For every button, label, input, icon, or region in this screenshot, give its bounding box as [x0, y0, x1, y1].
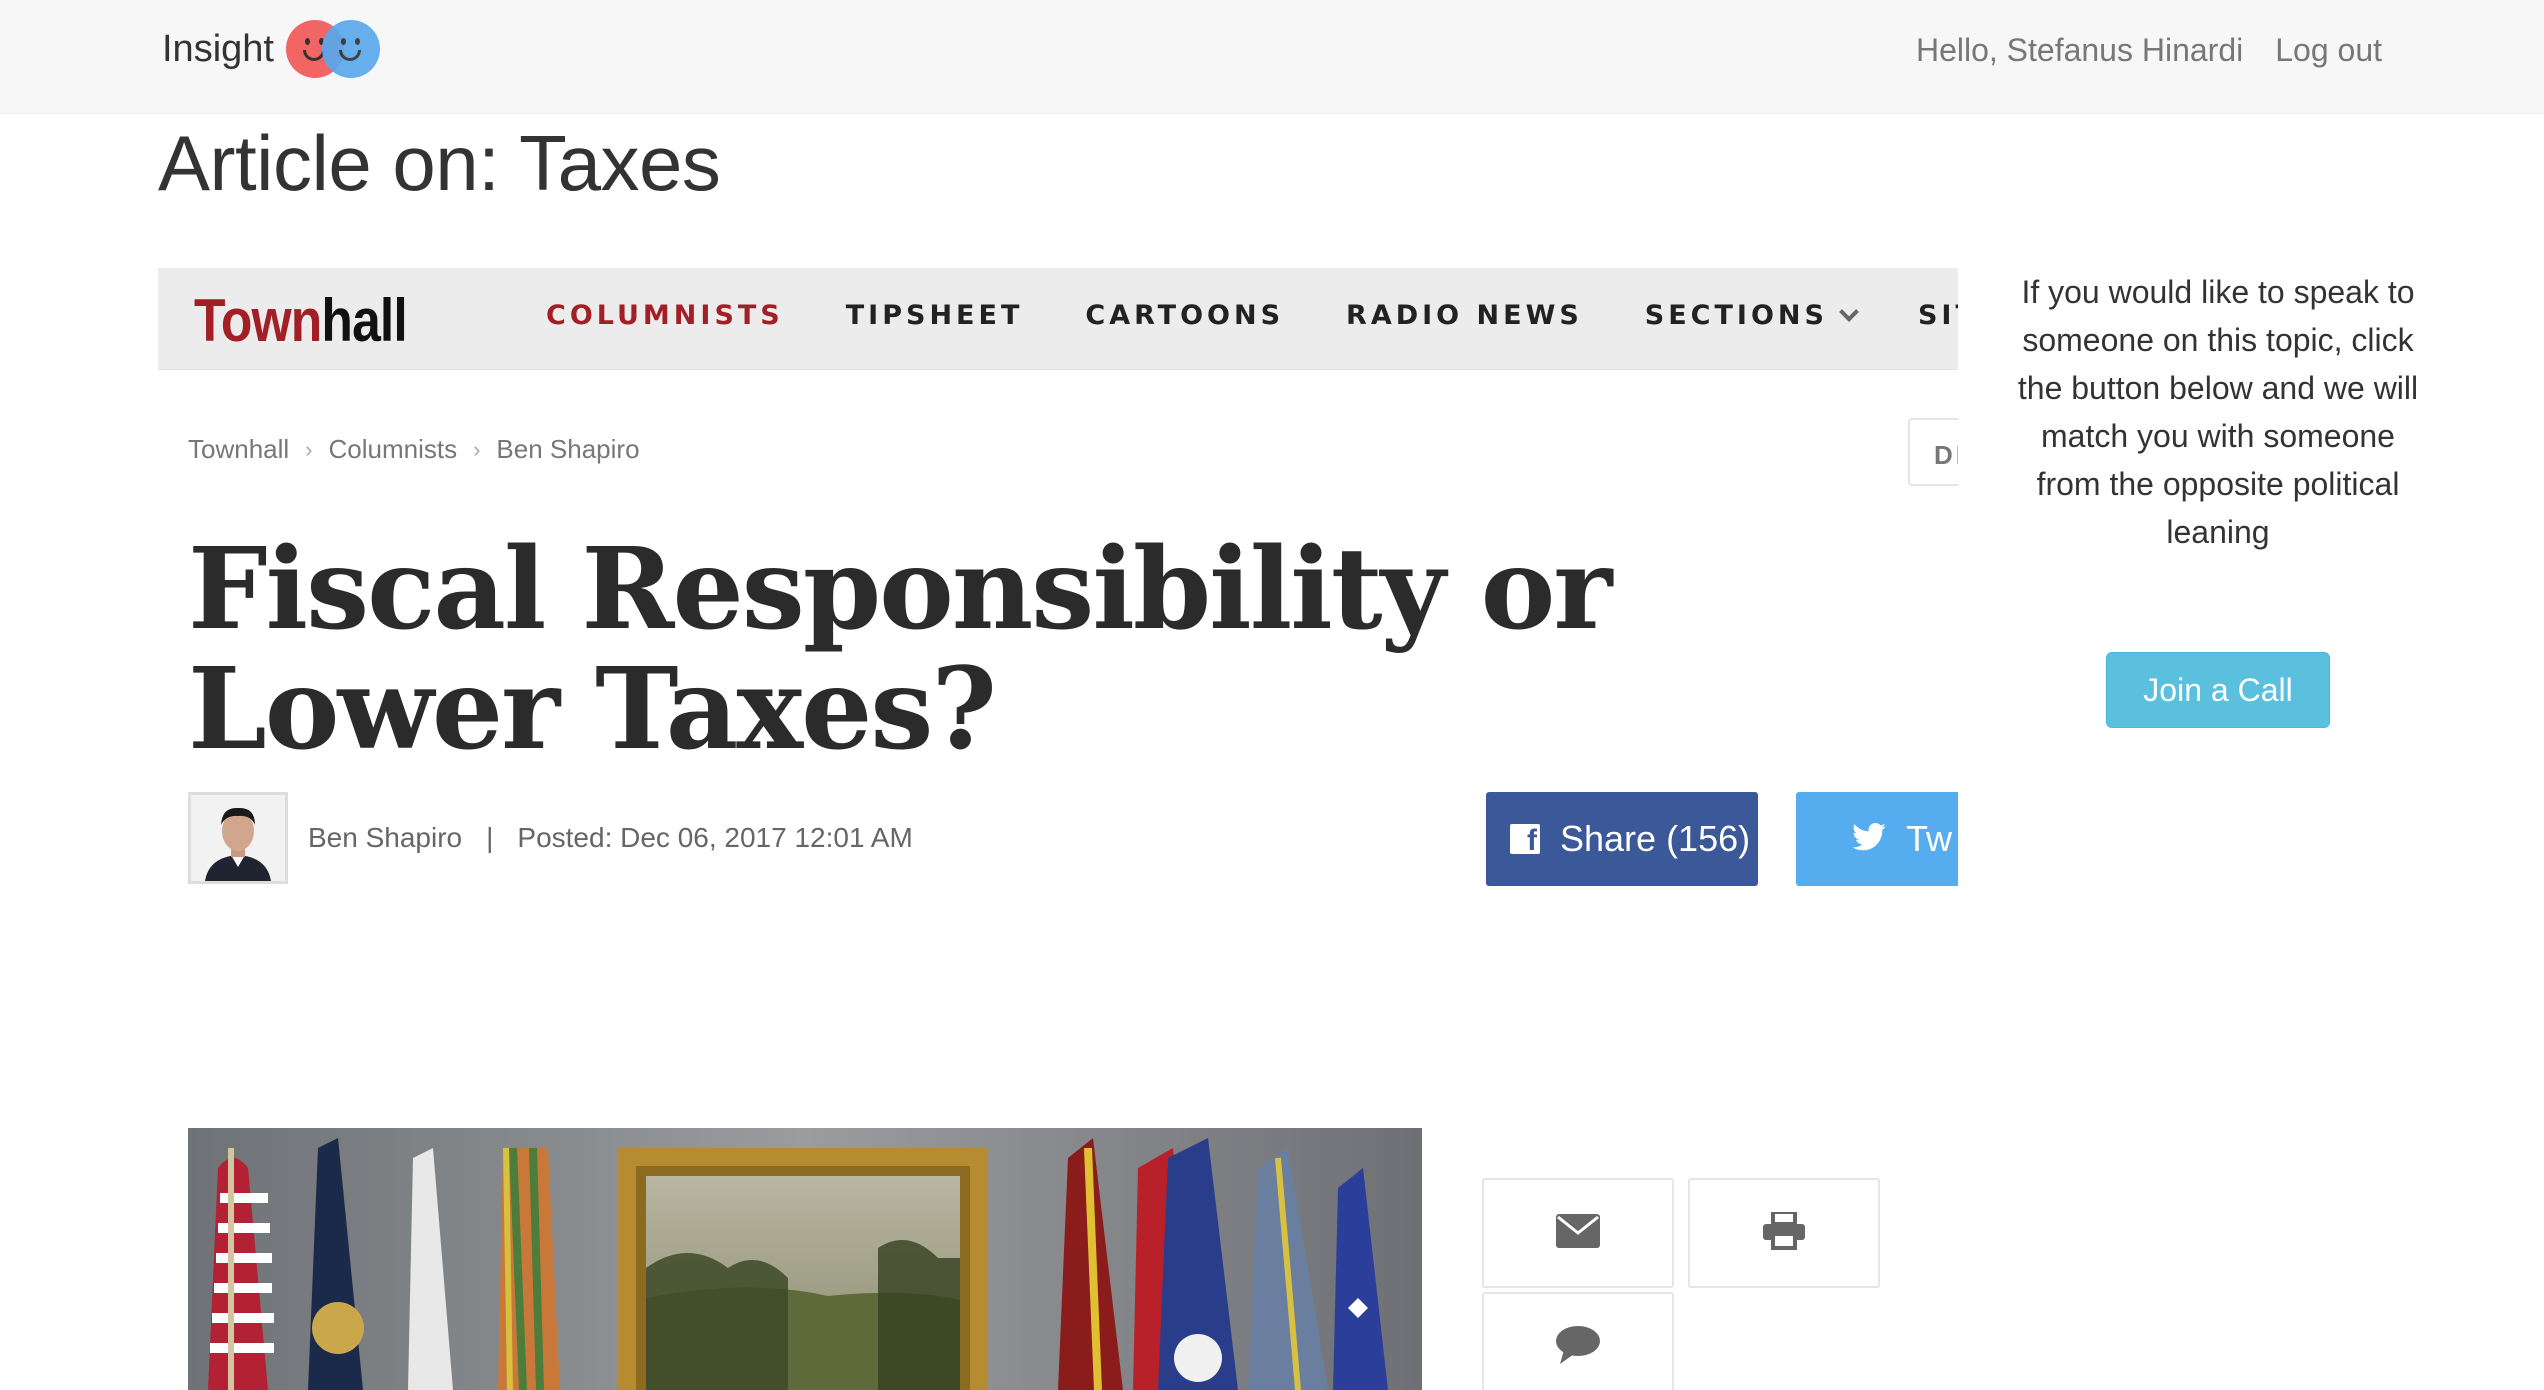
townhall-header: Townhall COLUMNISTS TIPSHEET CARTOONS RA…	[158, 268, 1958, 370]
twitter-share-label: Tw	[1906, 818, 1953, 859]
breadcrumb-separator: ›	[305, 436, 313, 462]
chevron-down-icon	[1839, 301, 1859, 322]
user-nav: Hello, Stefanus Hinardi Log out	[1916, 32, 2382, 69]
call-invite-text: If you would like to speak to someone on…	[2017, 274, 2419, 550]
brand-name: Insight	[162, 27, 274, 70]
print-button[interactable]	[1688, 1178, 1880, 1288]
byline-divider: |	[486, 822, 494, 853]
twitter-icon	[1852, 818, 1886, 860]
envelope-icon	[1556, 1213, 1600, 1253]
menu-radio-news[interactable]: RADIO NEWS	[1346, 300, 1583, 331]
menu-sections[interactable]: SECTIONS	[1645, 300, 1859, 331]
comment-button[interactable]	[1482, 1292, 1674, 1390]
townhall-logo[interactable]: Townhall	[194, 286, 408, 355]
comment-icon	[1556, 1325, 1600, 1369]
blue-face-icon	[321, 20, 380, 78]
posted-date: Posted: Dec 06, 2017 12:01 AM	[517, 822, 913, 853]
menu-cartoons[interactable]: CARTOONS	[1085, 300, 1284, 331]
printer-icon	[1763, 1209, 1805, 1255]
facebook-icon: f	[1510, 824, 1540, 854]
breadcrumb-author[interactable]: Ben Shapiro	[496, 434, 639, 465]
article-frame: Townhall COLUMNISTS TIPSHEET CARTOONS RA…	[158, 268, 1958, 1390]
author-name[interactable]: Ben Shapiro	[308, 822, 462, 854]
twitter-share-button[interactable]: Tw	[1796, 792, 1958, 886]
join-call-button[interactable]: Join a Call	[2106, 652, 2330, 728]
breadcrumb-columnists[interactable]: Columnists	[329, 434, 458, 465]
facebook-share-label: Share (156)	[1560, 818, 1751, 859]
article-headline: Fiscal Responsibility or Lower Taxes?	[188, 524, 1612, 775]
menu-tipsheet[interactable]: TIPSHEET	[846, 300, 1024, 331]
cropped-side-button[interactable]: DE	[1908, 418, 1958, 486]
insight-logo-icon	[285, 18, 382, 80]
menu-sites[interactable]: SITES	[1918, 300, 1958, 331]
townhall-menu: COLUMNISTS TIPSHEET CARTOONS RADIO NEWS …	[546, 300, 1958, 331]
breadcrumb-separator: ›	[473, 436, 481, 462]
byline: Ben Shapiro | Posted: Dec 06, 2017 12:01…	[188, 792, 913, 884]
menu-columnists[interactable]: COLUMNISTS	[546, 300, 784, 331]
breadcrumb-townhall[interactable]: Townhall	[188, 434, 289, 465]
page-title: Article on: Taxes	[158, 119, 721, 207]
logout-link[interactable]: Log out	[2275, 32, 2382, 69]
email-button[interactable]	[1482, 1178, 1674, 1288]
breadcrumb: Townhall › Columnists › Ben Shapiro	[188, 434, 640, 465]
author-avatar[interactable]	[188, 792, 288, 884]
user-greeting-link[interactable]: Hello, Stefanus Hinardi	[1916, 32, 2243, 69]
article-photo	[188, 1128, 1422, 1390]
top-navbar: Insight Hello, Stefanus Hinardi Log out	[0, 0, 2544, 114]
facebook-share-button[interactable]: f Share (156)	[1486, 792, 1758, 886]
brand[interactable]: Insight	[162, 18, 382, 80]
